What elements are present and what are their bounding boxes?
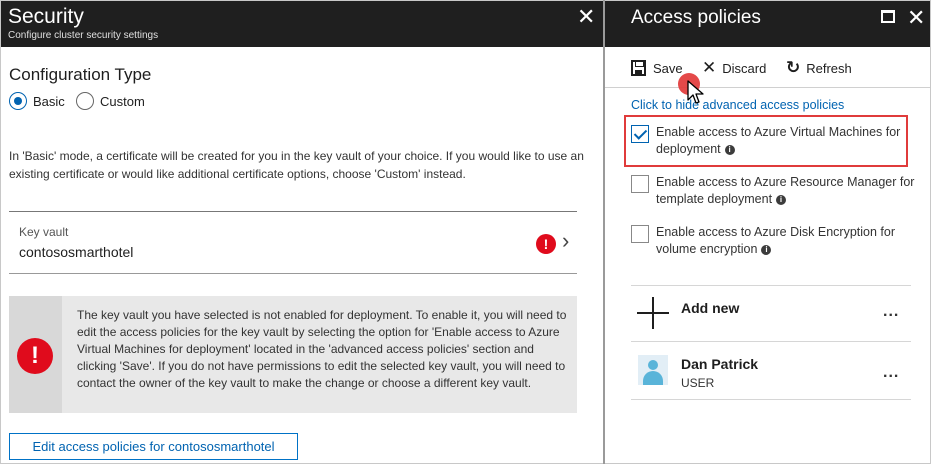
list-item-user[interactable]: Dan Patrick USER ... bbox=[631, 352, 911, 394]
security-blade-title: Security bbox=[8, 5, 84, 28]
toolbar: Save ✕ Discard ↻ Refresh bbox=[605, 53, 930, 83]
radio-custom-label: Custom bbox=[100, 93, 145, 109]
info-icon[interactable]: i bbox=[776, 194, 787, 205]
highlight-box bbox=[624, 115, 908, 167]
discard-icon: ✕ bbox=[702, 58, 717, 77]
user-role: USER bbox=[681, 376, 715, 390]
error-icon: ! bbox=[536, 234, 556, 254]
security-blade-header: Security Configure cluster security sett… bbox=[1, 1, 603, 47]
checkbox-arm-deployment[interactable]: Enable access to Azure Resource Manager … bbox=[631, 173, 914, 213]
close-icon[interactable]: ✕ bbox=[907, 7, 925, 29]
access-policies-title: Access policies bbox=[631, 7, 761, 28]
mode-description: In 'Basic' mode, a certificate will be c… bbox=[9, 149, 584, 181]
radio-custom[interactable]: Custom bbox=[76, 91, 145, 111]
list-divider bbox=[631, 399, 911, 400]
refresh-label: Refresh bbox=[806, 60, 852, 76]
more-options-icon[interactable]: ... bbox=[883, 364, 899, 382]
close-icon[interactable]: ✕ bbox=[577, 6, 595, 28]
info-icon[interactable]: i bbox=[761, 244, 772, 255]
chevron-right-icon[interactable]: › bbox=[562, 230, 569, 252]
user-name: Dan Patrick bbox=[681, 356, 759, 372]
list-divider bbox=[631, 341, 911, 342]
refresh-icon: ↻ bbox=[786, 58, 801, 77]
key-vault-value: contososmarthotel bbox=[19, 244, 134, 260]
radio-basic-indicator[interactable] bbox=[9, 92, 27, 110]
maximize-icon[interactable] bbox=[881, 10, 895, 23]
hide-advanced-policies-link[interactable]: Click to hide advanced access policies bbox=[631, 98, 844, 112]
checkbox-disk-encryption[interactable]: Enable access to Azure Disk Encryption f… bbox=[631, 223, 911, 263]
avatar bbox=[638, 355, 668, 385]
key-vault-label: Key vault bbox=[19, 225, 69, 239]
save-label: Save bbox=[653, 60, 683, 76]
warning-text: The key vault you have selected is not e… bbox=[77, 308, 567, 390]
configuration-type-label: Configuration Type bbox=[9, 65, 152, 84]
plus-icon bbox=[637, 297, 669, 329]
mouse-pointer-icon bbox=[687, 80, 704, 104]
radio-basic-label: Basic bbox=[33, 93, 65, 109]
warning-icon-strip: ! bbox=[9, 296, 62, 413]
radio-custom-indicator[interactable] bbox=[76, 92, 94, 110]
checkbox-arm-deployment-box[interactable] bbox=[631, 175, 649, 193]
warning-banner: ! The key vault you have selected is not… bbox=[9, 296, 577, 413]
more-options-icon[interactable]: ... bbox=[883, 303, 899, 321]
add-new-label: Add new bbox=[681, 300, 740, 316]
security-blade: Security Configure cluster security sett… bbox=[1, 1, 603, 463]
access-policies-header: Access policies ✕ bbox=[605, 1, 930, 47]
checkbox-disk-encryption-label: Enable access to Azure Disk Encryption f… bbox=[656, 225, 896, 256]
checkbox-disk-encryption-text: Enable access to Azure Disk Encryption f… bbox=[656, 224, 916, 258]
discard-label: Discard bbox=[722, 60, 767, 76]
list-divider bbox=[631, 285, 911, 286]
checkbox-arm-deployment-text: Enable access to Azure Resource Manager … bbox=[656, 174, 916, 208]
security-blade-subtitle: Configure cluster security settings bbox=[8, 30, 159, 41]
save-icon bbox=[631, 60, 646, 76]
add-new-item[interactable]: Add new ... bbox=[631, 295, 911, 335]
checkbox-disk-encryption-box[interactable] bbox=[631, 225, 649, 243]
radio-basic[interactable]: Basic bbox=[9, 91, 65, 111]
refresh-button[interactable]: ↻ Refresh bbox=[786, 58, 852, 78]
save-button[interactable]: Save bbox=[631, 58, 683, 78]
discard-button[interactable]: ✕ Discard bbox=[702, 58, 766, 78]
access-policies-blade: Access policies ✕ Save ✕ Discard ↻ Refre… bbox=[605, 1, 930, 463]
error-icon: ! bbox=[17, 338, 53, 374]
key-vault-selector[interactable]: Key vault contososmarthotel ! › bbox=[9, 211, 577, 274]
toolbar-divider bbox=[605, 87, 930, 88]
edit-access-policies-button[interactable]: Edit access policies for contososmarthot… bbox=[9, 433, 298, 460]
